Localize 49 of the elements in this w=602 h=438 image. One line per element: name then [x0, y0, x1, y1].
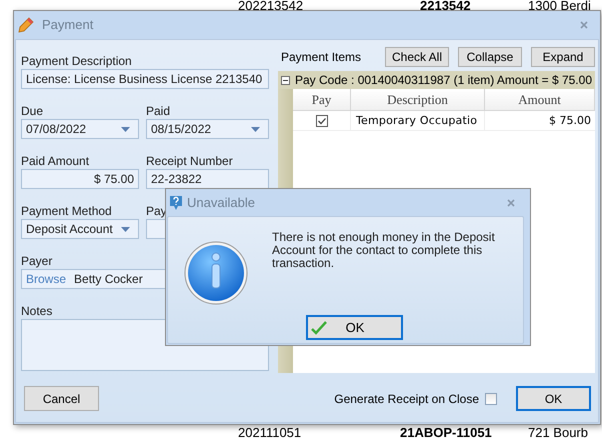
ok-button[interactable]: OK	[516, 386, 591, 411]
field-label: Payer	[21, 253, 54, 269]
field-label: Payment Method	[21, 203, 113, 219]
dropdown-caret-icon	[121, 126, 130, 132]
table-cell-text: 202111051	[238, 428, 302, 438]
section-label: Payment Items	[280, 49, 362, 66]
payer-name: Betty Cocker	[74, 271, 143, 288]
column-header[interactable]: Amount	[485, 89, 595, 110]
table-cell-text: 21ABOP-11051	[399, 428, 493, 438]
table-cell-text: 202213542	[238, 0, 304, 12]
close-icon[interactable]	[507, 198, 515, 206]
receipt-checkbox[interactable]	[485, 392, 497, 404]
pay-checkbox[interactable]	[316, 114, 328, 126]
field-label: Receipt Number	[146, 153, 234, 169]
field-label: Due	[21, 103, 44, 119]
pencil-icon	[18, 17, 34, 33]
dialog-title: Unavailable	[187, 194, 256, 212]
window-title: Payment	[42, 16, 94, 34]
table-cell: Temporary Occupatio	[351, 111, 485, 130]
toolbar-button[interactable]: Check All	[385, 47, 449, 67]
toolbar-button[interactable]: Expand	[531, 47, 595, 67]
cancel-button[interactable]: Cancel	[24, 386, 99, 411]
table-cell-text: 2213542	[419, 0, 472, 12]
payment-method-dropdown[interactable]: Deposit Account	[21, 219, 139, 239]
field-label: Payment Description	[21, 53, 133, 69]
paid-date-dropdown[interactable]: 08/15/2022	[146, 119, 269, 139]
toolbar-button[interactable]: Collapse	[458, 47, 522, 67]
close-icon[interactable]	[580, 21, 588, 29]
browse-link[interactable]: Browse	[26, 270, 66, 288]
field-label: Paid	[146, 103, 172, 119]
field-label: Paid Amount	[21, 153, 90, 169]
alert-message: There is not enough money in the Deposit Account for the contact to complete this transaction.	[272, 231, 496, 272]
field-label: Notes	[21, 303, 54, 319]
question-bubble-icon	[169, 194, 183, 210]
paid-amount-field[interactable]: $ 75.00	[21, 169, 139, 189]
dropdown-caret-icon	[121, 226, 130, 232]
column-header[interactable]: Description	[351, 89, 485, 110]
info-icon	[184, 241, 248, 305]
description-field: License: License Business License 2213540	[21, 69, 269, 89]
column-header[interactable]: Pay	[293, 89, 351, 110]
table-cell-text: $ 75.00	[548, 113, 592, 129]
table-cell-text: 1300 Berdi	[528, 0, 592, 12]
dropdown-caret-icon	[251, 126, 260, 132]
ok-button[interactable]: OK	[306, 315, 403, 340]
checkbox-label: Generate Receipt on Close	[334, 390, 479, 408]
check-icon	[311, 320, 327, 334]
due-date-dropdown[interactable]: 07/08/2022	[21, 119, 139, 139]
receipt-number-field[interactable]: 22-23822	[146, 169, 269, 189]
collapse-icon[interactable]	[281, 76, 290, 84]
